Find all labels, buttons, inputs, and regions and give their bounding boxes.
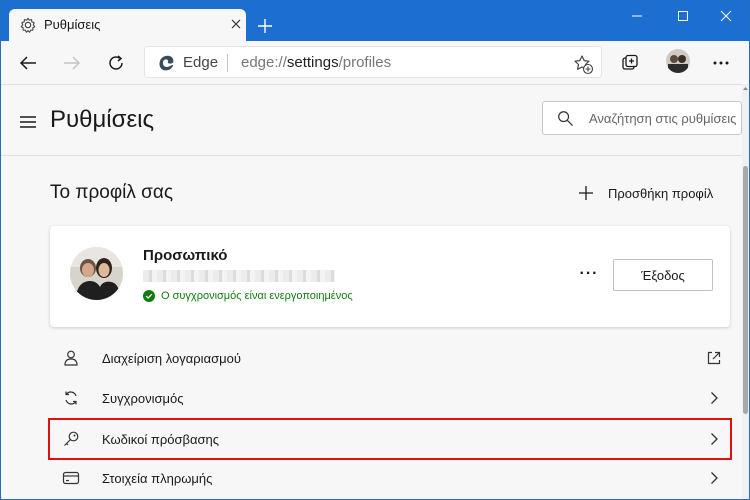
add-profile-label: Προσθήκη προφίλ: [608, 185, 714, 201]
forward-button[interactable]: [57, 48, 87, 78]
external-link-icon: [707, 351, 721, 365]
maximize-button[interactable]: [660, 1, 706, 31]
sync-icon: [65, 391, 77, 405]
settings-page: Ρυθμίσεις Αναζήτηση στις ρυθμίσεις Το πρ…: [1, 84, 749, 499]
list-item-manage-account[interactable]: Διαχείριση λογαριασμού: [50, 339, 730, 377]
settings-search-input[interactable]: Αναζήτηση στις ρυθμίσεις: [542, 101, 742, 135]
person-icon: [64, 350, 78, 366]
profile-avatar-button[interactable]: [666, 49, 690, 73]
add-favorite-icon[interactable]: [572, 53, 594, 75]
row-label: Συγχρονισμός: [102, 390, 184, 406]
row-label: Διαχείριση λογαριασμού: [102, 350, 241, 366]
section-title: Το προφίλ σας: [50, 182, 174, 203]
scroll-up-icon[interactable]: [742, 84, 749, 92]
close-tab-icon[interactable]: [226, 14, 246, 34]
check-circle-icon: [143, 290, 155, 302]
toolbar: Edge edge://settings/profiles: [1, 41, 749, 84]
url-text: edge://settings/profiles: [241, 54, 391, 71]
plus-icon: [579, 186, 593, 200]
search-placeholder: Αναζήτηση στις ρυθμίσεις: [589, 111, 737, 126]
tab-settings[interactable]: Ρυθμίσεις: [9, 9, 246, 41]
sync-status-text: Ο συγχρονισμός είναι ενεργοποιημένος: [161, 290, 353, 302]
key-icon: [64, 431, 79, 446]
close-window-button[interactable]: [703, 1, 749, 31]
row-label: Κωδικοί πρόσβασης: [102, 431, 219, 447]
collections-button[interactable]: [615, 48, 645, 78]
chevron-right-icon: [711, 472, 718, 484]
search-icon: [558, 111, 574, 127]
url-scheme: edge://: [241, 54, 287, 71]
profile-name: Προσωπικό: [143, 247, 228, 264]
header-divider: [1, 155, 749, 156]
list-item-sync[interactable]: Συγχρονισμός: [50, 379, 730, 417]
refresh-button[interactable]: [101, 48, 131, 78]
chevron-right-icon: [711, 433, 718, 445]
signout-button[interactable]: Έξοδος: [613, 259, 713, 291]
sync-status: Ο συγχρονισμός είναι ενεργοποιημένος: [143, 290, 353, 302]
profile-more-button[interactable]: ···: [577, 262, 601, 286]
new-tab-button[interactable]: [253, 14, 277, 38]
back-button[interactable]: [13, 48, 43, 78]
url-rest: /profiles: [338, 54, 392, 71]
credit-card-icon: [62, 471, 80, 485]
tab-title: Ρυθμίσεις: [44, 17, 101, 32]
url-separator: [227, 54, 228, 72]
avatar: [70, 247, 123, 300]
edge-logo-icon: [159, 55, 174, 71]
gear-icon: [20, 17, 36, 33]
list-item-passwords[interactable]: Κωδικοί πρόσβασης: [48, 418, 732, 460]
site-name: Edge: [183, 54, 219, 71]
blurred-email: [143, 270, 335, 282]
url-path: settings: [286, 54, 339, 71]
minimize-button[interactable]: [614, 1, 660, 31]
page-scrollbar[interactable]: [742, 84, 749, 499]
add-profile-button[interactable]: Προσθήκη προφίλ: [578, 183, 713, 203]
scrollbar-thumb[interactable]: [743, 166, 748, 414]
browser-window: Ρυθμίσεις Edge edge://settings/profiles …: [0, 0, 750, 500]
more-options-button[interactable]: [706, 48, 736, 78]
menu-icon[interactable]: [19, 115, 37, 129]
chevron-right-icon: [711, 392, 718, 404]
profile-card: Προσωπικό Ο συγχρονισμός είναι ενεργοποι…: [50, 226, 730, 327]
address-bar[interactable]: Edge edge://settings/profiles: [144, 46, 602, 78]
page-title: Ρυθμίσεις: [50, 106, 155, 133]
row-label: Στοιχεία πληρωμής: [102, 470, 213, 486]
tab-strip: Ρυθμίσεις: [1, 1, 749, 41]
list-item-payment-info[interactable]: Στοιχεία πληρωμής: [50, 459, 730, 497]
